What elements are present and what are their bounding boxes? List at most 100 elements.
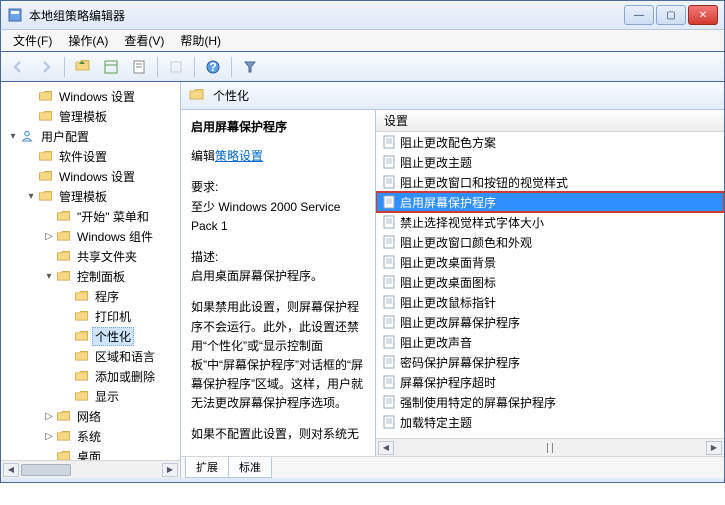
list-item[interactable]: 阻止更改窗口颜色和外观: [376, 232, 724, 252]
toolbar-btn-2[interactable]: [163, 55, 189, 79]
tree-item-label: 软件设置: [56, 147, 110, 166]
policy-icon: [382, 415, 396, 429]
tree-item[interactable]: 显示: [1, 386, 180, 406]
list-item[interactable]: 禁止选择视觉样式字体大小: [376, 212, 724, 232]
list-item[interactable]: 阻止更改桌面图标: [376, 272, 724, 292]
tree-expander-icon[interactable]: ▷: [43, 431, 55, 442]
filter-button[interactable]: [237, 55, 263, 79]
tree-item[interactable]: 共享文件夹: [1, 246, 180, 266]
list-item-label: 阻止更改主题: [400, 154, 472, 171]
tree-item-label: Windows 设置: [56, 167, 138, 186]
list-item[interactable]: 阻止更改主题: [376, 152, 724, 172]
view-tabs: 扩展 标准: [181, 456, 724, 478]
scroll-left-icon[interactable]: ◀: [3, 463, 19, 477]
tree-item[interactable]: Windows 设置: [1, 86, 180, 106]
scroll-thumb[interactable]: [21, 464, 71, 476]
forward-button[interactable]: [33, 55, 59, 79]
tree-item[interactable]: ▾用户配置: [1, 126, 180, 146]
folder-icon: [37, 149, 53, 163]
menu-view[interactable]: 查看(V): [116, 30, 172, 51]
help-button[interactable]: ?: [200, 55, 226, 79]
tree-item[interactable]: ▾控制面板: [1, 266, 180, 286]
tree-item[interactable]: 添加或删除: [1, 366, 180, 386]
tree-item[interactable]: 打印机: [1, 306, 180, 326]
list-item[interactable]: 阻止更改配色方案: [376, 132, 724, 152]
list-item-label: 密码保护屏幕保护程序: [400, 354, 520, 371]
tree-item-label: 系统: [74, 427, 104, 446]
tab-extended[interactable]: 扩展: [185, 457, 229, 478]
scroll-left-icon[interactable]: ◀: [378, 441, 394, 455]
toolbar-btn-1[interactable]: [98, 55, 124, 79]
tree-view[interactable]: Windows 设置管理模板▾用户配置软件设置Windows 设置▾管理模板"开…: [1, 82, 180, 478]
close-button[interactable]: ✕: [688, 5, 718, 25]
tree-item-label: Windows 组件: [74, 227, 156, 246]
tree-item-label: 管理模板: [56, 187, 110, 206]
edit-prefix: 编辑: [191, 149, 215, 163]
list-item-label: 阻止更改声音: [400, 334, 472, 351]
list-item[interactable]: 阻止更改桌面背景: [376, 252, 724, 272]
tree-hscrollbar[interactable]: ◀ ▶: [1, 460, 180, 478]
menu-help[interactable]: 帮助(H): [172, 30, 229, 51]
window-border-bottom: [0, 478, 725, 483]
settings-list[interactable]: 阻止更改配色方案阻止更改主题阻止更改窗口和按钮的视觉样式启用屏幕保护程序禁止选择…: [376, 132, 724, 438]
menu-file[interactable]: 文件(F): [5, 30, 60, 51]
menu-action[interactable]: 操作(A): [60, 30, 116, 51]
list-item[interactable]: 阻止更改声音: [376, 332, 724, 352]
up-button[interactable]: [70, 55, 96, 79]
properties-button[interactable]: [126, 55, 152, 79]
tree-item[interactable]: "开始" 菜单和: [1, 206, 180, 226]
minimize-button[interactable]: —: [624, 5, 654, 25]
tree-expander-icon[interactable]: ▾: [25, 191, 37, 202]
tree-item-label: 区域和语言: [92, 347, 158, 366]
tree-item[interactable]: 程序: [1, 286, 180, 306]
scroll-right-icon[interactable]: ▶: [162, 463, 178, 477]
tree-item[interactable]: 区域和语言: [1, 346, 180, 366]
tree-expander-icon[interactable]: ▾: [7, 131, 19, 142]
toolbar: ?: [0, 52, 725, 82]
tree-item[interactable]: 个性化: [1, 326, 180, 346]
scroll-right-icon[interactable]: ▶: [706, 441, 722, 455]
policy-icon: [382, 395, 396, 409]
list-item[interactable]: 加载特定主题: [376, 412, 724, 432]
path-title: 个性化: [213, 87, 249, 104]
list-column-header[interactable]: 设置: [376, 110, 724, 132]
list-item[interactable]: 启用屏幕保护程序: [376, 192, 724, 212]
tree-item[interactable]: 软件设置: [1, 146, 180, 166]
policy-icon: [382, 235, 396, 249]
tree-item[interactable]: ▾ 管理模板: [1, 186, 180, 206]
tree-item[interactable]: ▷ 系统: [1, 426, 180, 446]
tree-item-label: Windows 设置: [56, 87, 138, 106]
list-hscrollbar[interactable]: ◀ ▶: [376, 438, 724, 456]
back-button[interactable]: [5, 55, 31, 79]
list-item[interactable]: 阻止更改窗口和按钮的视觉样式: [376, 172, 724, 192]
tree-item-label: 管理模板: [56, 107, 110, 126]
tree-item[interactable]: ▷ Windows 组件: [1, 226, 180, 246]
list-item[interactable]: 强制使用特定的屏幕保护程序: [376, 392, 724, 412]
list-item[interactable]: 密码保护屏幕保护程序: [376, 352, 724, 372]
list-item-label: 阻止更改鼠标指针: [400, 294, 496, 311]
list-item[interactable]: 阻止更改屏幕保护程序: [376, 312, 724, 332]
policy-icon: [382, 375, 396, 389]
tree-item-label: 显示: [92, 387, 122, 406]
tree-item[interactable]: Windows 设置: [1, 166, 180, 186]
tree-expander-icon[interactable]: ▷: [43, 231, 55, 242]
tree-item[interactable]: 管理模板: [1, 106, 180, 126]
policy-icon: [382, 155, 396, 169]
maximize-button[interactable]: ▢: [656, 5, 686, 25]
tree-expander-icon[interactable]: ▾: [43, 271, 55, 282]
description-para1: 如果禁用此设置，则屏幕保护程序不会运行。此外，此设置还禁用“个性化”或“显示控制…: [191, 298, 365, 413]
tab-standard[interactable]: 标准: [228, 457, 272, 478]
description-pane: 启用屏幕保护程序 编辑策略设置 要求: 至少 Windows 2000 Serv…: [181, 110, 376, 456]
policy-icon: [382, 355, 396, 369]
policy-icon: [382, 315, 396, 329]
folder-icon: [37, 189, 53, 203]
list-header-label: 设置: [384, 112, 408, 129]
tree-item[interactable]: ▷网络: [1, 406, 180, 426]
requirements-label: 要求:: [191, 178, 365, 197]
list-item[interactable]: 阻止更改鼠标指针: [376, 292, 724, 312]
tree-expander-icon[interactable]: ▷: [43, 411, 55, 422]
list-item[interactable]: 屏幕保护程序超时: [376, 372, 724, 392]
svg-text:?: ?: [209, 60, 216, 74]
edit-policy-link[interactable]: 策略设置: [215, 149, 263, 163]
app-icon: [7, 7, 23, 23]
